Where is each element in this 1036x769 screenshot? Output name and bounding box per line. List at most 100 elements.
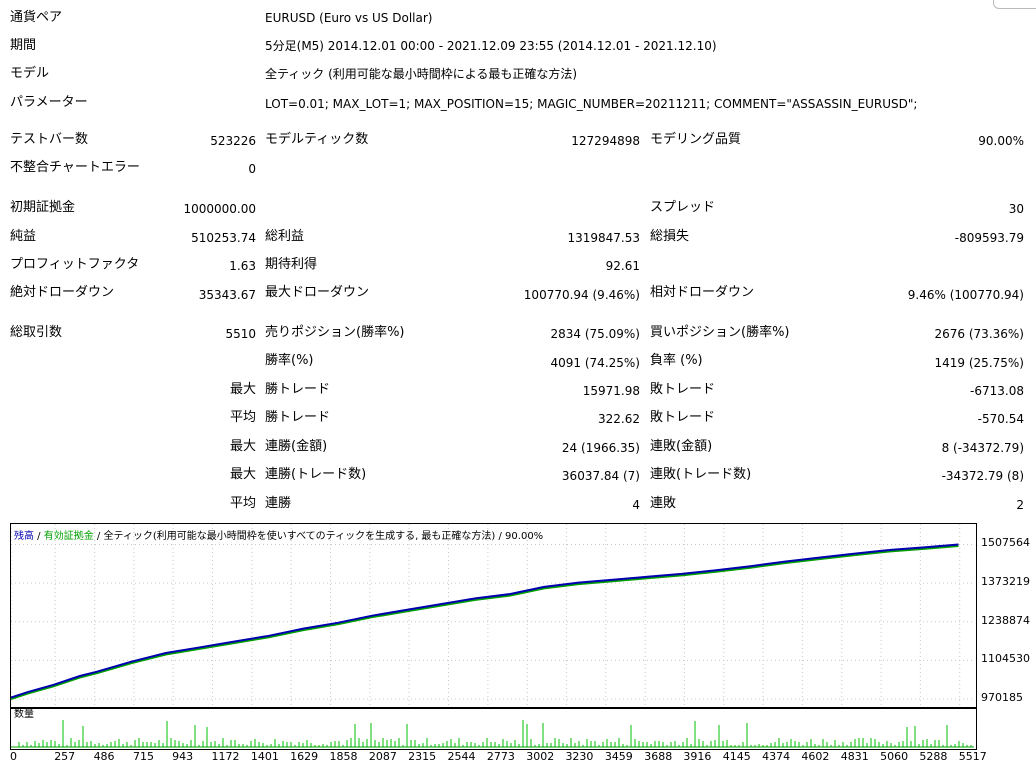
param-value: LOT=0.01; MAX_LOT=1; MAX_POSITION=15; MA… — [265, 97, 918, 111]
max1-label: 最大 — [229, 382, 256, 397]
aloss-label: 敗トレード — [650, 410, 716, 425]
lloss-value: -6713.08 — [970, 384, 1024, 398]
awin-label: 勝トレード — [265, 410, 331, 425]
period-value: 5分足(M5) 2014.12.01 00:00 - 2021.12.09 23… — [265, 39, 717, 53]
pair-value: EURUSD (Euro vs US Dollar) — [265, 11, 433, 25]
x-tick-label: 1172 — [211, 750, 240, 763]
net-label: 純益 — [10, 229, 37, 244]
balance-line — [10, 543, 959, 699]
cwin2-label: 連勝(トレード数) — [265, 467, 367, 482]
max3-label: 最大 — [229, 467, 256, 482]
loss-label: 負率 (%) — [650, 353, 703, 368]
gross-loss-label: 総損失 — [650, 229, 690, 244]
x-tick-label: 3916 — [683, 750, 712, 763]
y-tick-label: 970185 — [981, 691, 1023, 704]
pf-value: 1.63 — [229, 259, 256, 273]
abs-dd-value: 35343.67 — [198, 288, 256, 302]
gross-loss-value: -809593.79 — [954, 231, 1024, 245]
x-tick-label: 2773 — [486, 750, 515, 763]
y-tick-label: 1104530 — [981, 652, 1030, 666]
model-value: 全ティック (利用可能な最小時間枠による最も正確な方法) — [265, 67, 578, 81]
lloss-label: 敗トレード — [650, 382, 716, 397]
aloss-value: -570.54 — [977, 412, 1024, 426]
awin-value: 322.62 — [598, 412, 640, 426]
ticks-value: 127294898 — [571, 134, 640, 148]
long-label: 買いポジション(勝率%) — [650, 325, 790, 340]
quality-value: 90.00% — [978, 134, 1024, 148]
long-value: 2676 (73.36%) — [934, 327, 1024, 341]
balance-chart-svg — [10, 524, 974, 705]
lwin-label: 勝トレード — [265, 382, 331, 397]
closs-label: 連敗(金額) — [650, 439, 713, 454]
pair-label: 通貨ペア — [10, 10, 63, 25]
x-tick-label: 3230 — [565, 750, 594, 763]
max2-label: 最大 — [229, 439, 256, 454]
abs-dd-label: 絶対ドローダウン — [10, 285, 115, 300]
window-corner — [993, 0, 1036, 9]
cwin-label: 連勝(金額) — [265, 439, 328, 454]
short-value: 2834 (75.09%) — [550, 327, 640, 341]
chart-title-sep1: / — [34, 531, 44, 542]
x-tick-label: 3688 — [644, 750, 673, 763]
alosses-value: 2 — [1016, 498, 1024, 512]
x-tick-label: 2087 — [368, 750, 397, 763]
x-tick-label: 486 — [93, 750, 115, 763]
period-label: 期間 — [10, 38, 37, 53]
payoff-label: 期待利得 — [265, 257, 318, 272]
x-tick-label: 4374 — [762, 750, 791, 763]
win-value: 4091 (74.25%) — [550, 356, 640, 370]
net-value: 510253.74 — [191, 231, 256, 245]
closs2-label: 連敗(トレード数) — [650, 467, 752, 482]
balance-chart — [10, 523, 977, 708]
win-label: 勝率(%) — [265, 353, 314, 368]
x-tick-label: 5517 — [958, 750, 987, 763]
y-tick-label: 1373219 — [981, 575, 1030, 589]
chart-title-balance: 残高 — [14, 531, 34, 542]
spread-value: 30 — [1008, 202, 1024, 216]
bars-value: 523226 — [210, 134, 256, 148]
x-tick-label: 4602 — [801, 750, 830, 763]
mismatch-value: 0 — [248, 162, 256, 176]
alosses-label: 連敗 — [650, 496, 677, 511]
x-tick-label: 943 — [172, 750, 194, 763]
awins-value: 4 — [632, 498, 640, 512]
equity-line — [10, 545, 959, 701]
avg2-label: 平均 — [229, 496, 256, 511]
x-tick-label: 5288 — [919, 750, 948, 763]
rel-dd-value: 9.46% (100770.94) — [907, 288, 1024, 302]
x-tick-label: 4831 — [840, 750, 869, 763]
quality-label: モデリング品質 — [650, 132, 742, 147]
x-tick-label: 4145 — [722, 750, 751, 763]
x-tick-label: 257 — [54, 750, 76, 763]
mismatch-label: 不整合チャートエラー — [10, 160, 140, 175]
payoff-value: 92.61 — [605, 259, 640, 273]
chart-title-rest: 全ティック(利用可能な最小時間枠を使いすべてのティックを生成する, 最も正確な方… — [103, 531, 544, 542]
param-label: パラメーター — [10, 95, 88, 110]
x-tick-label: 3459 — [604, 750, 633, 763]
x-tick-label: 715 — [132, 750, 154, 763]
deposit-label: 初期証拠金 — [10, 200, 76, 215]
cwin-value: 24 (1966.35) — [561, 441, 640, 455]
deposit-value: 1000000.00 — [183, 202, 256, 216]
max-dd-label: 最大ドローダウン — [265, 285, 370, 300]
y-tick-label: 1507564 — [981, 536, 1030, 550]
max-dd-value: 100770.94 (9.46%) — [523, 288, 640, 302]
loss-value: 1419 (25.75%) — [934, 356, 1024, 370]
lwin-value: 15971.98 — [582, 384, 640, 398]
closs2-value: -34372.79 (8) — [941, 469, 1024, 483]
bars-label: テストバー数 — [10, 132, 89, 147]
closs-value: 8 (-34372.79) — [941, 441, 1024, 455]
chart-title: 残高 / 有効証拠金 / 全ティック(利用可能な最小時間枠を使いすべてのティック… — [14, 527, 543, 542]
x-tick-label: 5060 — [880, 750, 909, 763]
pf-label: プロフィットファクタ — [10, 257, 140, 272]
avg1-label: 平均 — [229, 410, 256, 425]
rel-dd-label: 相対ドローダウン — [650, 285, 755, 300]
short-label: 売りポジション(勝率%) — [265, 325, 405, 340]
ticks-label: モデルティック数 — [265, 132, 369, 147]
y-tick-label: 1238874 — [981, 613, 1030, 627]
x-tick-label: 3002 — [526, 750, 555, 763]
x-tick-label: 1858 — [329, 750, 358, 763]
volume-chart — [10, 708, 977, 750]
chart-title-equity: 有効証拠金 — [43, 531, 94, 542]
x-tick-label: 2315 — [408, 750, 437, 763]
